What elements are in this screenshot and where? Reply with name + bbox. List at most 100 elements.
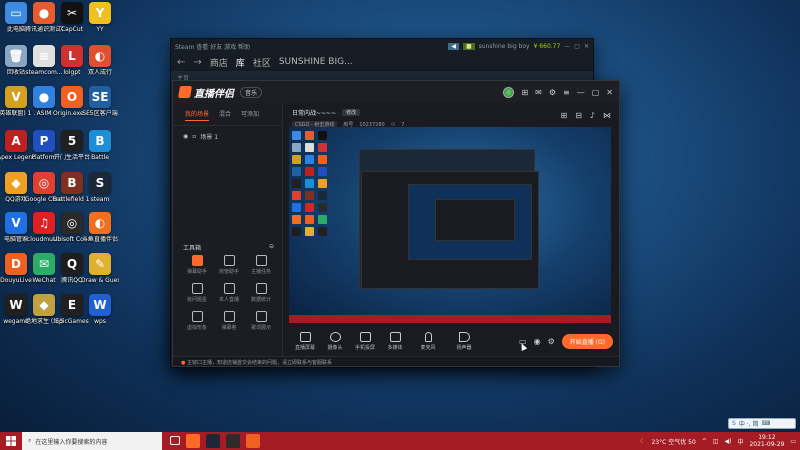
- bell-icon[interactable]: ♪: [590, 111, 595, 120]
- pc-manager-icon: V: [5, 212, 27, 234]
- desktop-icon-label: 斗鱼直播伴侣: [82, 236, 119, 243]
- eye-icon[interactable]: ◉: [183, 133, 188, 140]
- desktop-icon[interactable]: Y YY: [82, 2, 118, 33]
- network-icon[interactable]: ◫: [713, 438, 719, 445]
- desktop-icon-label: lolgpt: [63, 69, 81, 76]
- tool-button[interactable]: 抢问题星: [181, 283, 213, 303]
- phone-cast-button[interactable]: 手机投屏: [350, 331, 380, 351]
- tab-mix[interactable]: 混合: [219, 109, 231, 121]
- desktop-icon[interactable]: Ssteam: [82, 172, 118, 203]
- camera-button[interactable]: 摄像头: [320, 331, 350, 351]
- settings-icon[interactable]: ⚙: [548, 337, 555, 346]
- desktop-icon[interactable]: Wwps: [82, 294, 118, 325]
- live-companion-taskbar-icon[interactable]: [186, 434, 200, 448]
- avatar[interactable]: [503, 86, 515, 98]
- forward-icon[interactable]: →: [193, 57, 201, 68]
- live-badge[interactable]: 音乐: [240, 86, 263, 98]
- desktop-icon[interactable]: ✎ Draw & Guess: [81, 253, 119, 284]
- scene-tabs: 我的场景 混合 可添加: [173, 103, 282, 126]
- scene-item[interactable]: ◉ ▫ 场景 1: [173, 126, 282, 147]
- clock[interactable]: 19:12 2021-09-29: [749, 434, 784, 448]
- desktop-icon[interactable]: ◐ 双人成行: [82, 45, 118, 76]
- multimedia-button[interactable]: 多媒体: [380, 331, 410, 351]
- start-live-button[interactable]: 开始直播 (G): [561, 333, 613, 349]
- live-preview[interactable]: [289, 127, 611, 323]
- tool-label: 房管助手: [218, 269, 239, 275]
- menu-icon[interactable]: ≡: [563, 88, 570, 97]
- nav-community[interactable]: 社区: [253, 56, 271, 69]
- screen-capture-button[interactable]: 直播屏幕: [290, 331, 320, 351]
- tool-button[interactable]: 虚拟形象: [181, 311, 213, 331]
- steam-taskbar-icon[interactable]: [206, 434, 220, 448]
- notice-text[interactable]: 主窗口主播，知道店铺首交会结束的问题，请立即联系与客服联系: [187, 360, 332, 366]
- ime-toolbar[interactable]: S 中 ·, 简 ⌨: [728, 418, 796, 429]
- ime-label[interactable]: 中 ·, 简: [739, 419, 759, 428]
- live-companion-window[interactable]: 直播伴侣 音乐 ⊞ ✉ ⚙ ≡ — ▢ ✕ 我的场景 混合 可添加 ◉ ▫ 场景…: [172, 80, 620, 367]
- weather-text[interactable]: 23°C 空气优 50: [651, 437, 695, 446]
- eye-icon[interactable]: ◉: [534, 337, 541, 346]
- nav-library[interactable]: 库: [236, 56, 245, 69]
- game-icon: ✎: [89, 253, 111, 275]
- volume-icon[interactable]: ◀): [724, 438, 731, 445]
- nav-profile[interactable]: SUNSHINE BIG...: [279, 57, 353, 67]
- tool-button[interactable]: 弹幕助手: [181, 255, 213, 275]
- tool-button[interactable]: 弹幕卷: [213, 311, 245, 331]
- ime-keyboard-icon[interactable]: ⌨: [761, 420, 770, 427]
- start-button[interactable]: [0, 432, 22, 450]
- tool-button[interactable]: 本人直播: [213, 283, 245, 303]
- close-icon[interactable]: ✕: [584, 43, 589, 50]
- desktop-icon[interactable]: B Battle: [82, 130, 118, 161]
- preview-live-window: [361, 171, 539, 289]
- close-icon[interactable]: ✕: [606, 88, 613, 97]
- steam-install-icon[interactable]: ■: [462, 42, 475, 50]
- settings-icon[interactable]: ⚙: [549, 88, 556, 97]
- app-icon: 5: [61, 130, 83, 152]
- edit-room-button[interactable]: 修改: [342, 109, 361, 116]
- language-indicator[interactable]: 中: [737, 437, 743, 446]
- capcut-icon: ✂: [61, 2, 83, 24]
- share-icon[interactable]: ⋈: [603, 111, 611, 120]
- desktop-icon[interactable]: SE SE5区客户端: [82, 86, 118, 117]
- steam-username[interactable]: sunshine big boy: [479, 43, 530, 50]
- speaker-button[interactable]: 扬声器: [446, 331, 482, 351]
- preview-desktop-icons: [292, 131, 332, 236]
- search-icon: ⌕: [28, 437, 32, 444]
- notification-icon[interactable]: ▭: [790, 438, 796, 445]
- grid-icon[interactable]: ⊞: [560, 111, 567, 120]
- douyu-taskbar-icon[interactable]: [246, 434, 260, 448]
- tool-button[interactable]: 主播任务: [245, 255, 277, 275]
- lock-icon[interactable]: ▫: [192, 133, 196, 140]
- back-icon[interactable]: ←: [177, 57, 185, 68]
- microphone-button[interactable]: 麦克风: [410, 331, 446, 351]
- collapse-icon[interactable]: ⊝: [269, 243, 274, 252]
- microphone-icon: [424, 331, 432, 342]
- tool-button[interactable]: 数据统计: [245, 283, 277, 303]
- tool-button[interactable]: 歌词展示: [245, 311, 277, 331]
- maximize-icon[interactable]: ▢: [574, 43, 580, 50]
- maximize-icon[interactable]: ▢: [592, 88, 600, 97]
- notice-bar: ● 主窗口主播，知道店铺首交会结束的问题，请立即联系与客服联系: [173, 356, 619, 366]
- nav-store[interactable]: 商店: [210, 56, 228, 69]
- tool-icon: [255, 283, 267, 294]
- tray-overflow-icon[interactable]: ^: [702, 438, 707, 445]
- shirt-icon[interactable]: ⊞: [521, 88, 528, 97]
- game-icon: B: [61, 172, 83, 194]
- steam-menu-bar: Steam 查看 好友 游戏 帮助 ◀ ■ sunshine big boy ¥…: [171, 39, 593, 53]
- minimize-icon[interactable]: —: [564, 43, 570, 50]
- task-view-icon[interactable]: [170, 436, 180, 445]
- desktop-icon[interactable]: ◐ 斗鱼直播伴侣: [82, 212, 118, 243]
- bag-icon[interactable]: ⊟: [575, 111, 582, 120]
- app-taskbar-icon[interactable]: [226, 434, 240, 448]
- steam-menu-text[interactable]: Steam 查看 好友 游戏 帮助: [175, 42, 250, 51]
- message-icon[interactable]: ✉: [535, 88, 542, 97]
- room-title[interactable]: 日常内战~~~~: [292, 108, 336, 117]
- steam-announce-icon[interactable]: ◀: [448, 42, 459, 50]
- tab-my-scenes[interactable]: 我的场景: [185, 109, 210, 121]
- qq-icon: Q: [61, 253, 83, 275]
- taskbar-search[interactable]: ⌕ 在这里输入你要搜索的内容: [22, 432, 162, 450]
- douyu-icon: ◐: [89, 212, 111, 234]
- tab-addable[interactable]: 可添加: [241, 109, 259, 121]
- minimize-icon[interactable]: —: [577, 88, 585, 97]
- tool-button[interactable]: 房管助手: [213, 255, 245, 275]
- toolbox-grid: 弹幕助手 房管助手 主播任务抢问题星 本人直播 数据统计虚拟形象 弹幕卷 歌词展示: [181, 255, 277, 331]
